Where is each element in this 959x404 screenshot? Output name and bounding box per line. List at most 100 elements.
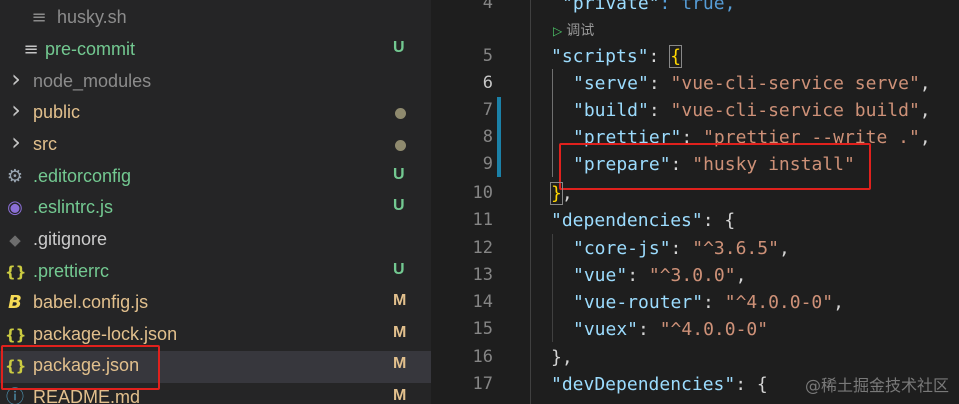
json-key: "scripts" xyxy=(551,46,649,67)
git-status-badge: M xyxy=(393,324,407,341)
file-item-husky-sh[interactable]: ≡ husky.sh xyxy=(0,3,431,34)
indent-guide xyxy=(552,234,553,342)
json-punct: : xyxy=(670,238,693,259)
folder-item-node-modules[interactable]: › node_modules xyxy=(0,67,431,98)
git-icon: ◆ xyxy=(9,231,21,249)
git-status-badge: U xyxy=(393,166,405,183)
folder-name: node_modules xyxy=(33,71,152,91)
json-punct: , xyxy=(735,265,747,286)
line-number: 17 xyxy=(472,374,493,394)
line-number: 10 xyxy=(472,183,493,203)
json-string: "^3.6.5" xyxy=(692,238,779,259)
codelens-label: 调试 xyxy=(566,22,595,38)
json-punct: : xyxy=(627,265,649,286)
indent-guide xyxy=(552,69,553,177)
git-status-badge: U xyxy=(393,261,405,278)
bracket-open: { xyxy=(669,45,683,68)
json-punct: , xyxy=(919,73,931,94)
json-string: "^3.0.0" xyxy=(648,265,736,286)
code-line-10: }, xyxy=(550,180,573,207)
file-item-babel-config[interactable]: B babel.config.js M xyxy=(0,288,431,319)
json-string: "vue-cli-service build" xyxy=(670,100,920,121)
json-punct: : { xyxy=(702,210,736,231)
file-name: .eslintrc.js xyxy=(33,197,114,217)
code-line-12: "core-js": "^3.6.5", xyxy=(573,235,790,262)
line-number: 14 xyxy=(472,292,493,312)
line-number: 13 xyxy=(472,265,493,285)
json-string: "^4.0.0-0" xyxy=(659,319,769,340)
gear-icon: ⚙ xyxy=(6,166,24,187)
json-punct: : xyxy=(638,319,660,340)
eslint-icon: ◉ xyxy=(7,197,23,218)
json-key: "core-js" xyxy=(573,238,671,259)
json-key: "dependencies" xyxy=(551,210,703,231)
line-number: 16 xyxy=(472,347,493,367)
folder-name: public xyxy=(33,102,81,122)
play-icon: ▷ xyxy=(553,24,563,38)
modified-dot xyxy=(395,140,406,151)
lines-file-icon: ≡ xyxy=(23,39,39,60)
code-line-6: "serve": "vue-cli-service serve", xyxy=(573,70,931,97)
file-explorer: ≡ husky.sh ≡ pre-commit U › node_modules… xyxy=(0,0,431,404)
babel-icon: B xyxy=(8,292,22,313)
json-punct: : xyxy=(648,46,671,67)
json-braces-icon: {} xyxy=(5,263,27,281)
lines-file-icon: ≡ xyxy=(31,7,47,28)
file-name: .prettierrc xyxy=(33,261,110,281)
line-number: 5 xyxy=(482,46,493,66)
watermark: @稀土掘金技术社区 xyxy=(804,376,949,395)
code-line-11: "dependencies": { xyxy=(551,207,735,234)
git-status-badge: U xyxy=(393,39,405,56)
line-number: 4 xyxy=(482,0,493,13)
bracket-close: } xyxy=(550,182,563,205)
json-key: "vue-router" xyxy=(573,292,704,313)
code-line-16: }, xyxy=(551,344,573,371)
json-key: "build" xyxy=(573,100,649,121)
folder-item-src[interactable]: › src xyxy=(0,130,431,161)
file-name: pre-commit xyxy=(45,39,136,59)
file-name: .editorconfig xyxy=(33,166,132,186)
codelens-debug[interactable]: ▷ 调试 xyxy=(553,20,594,42)
git-status-badge: M xyxy=(393,355,407,372)
json-key: "vuex" xyxy=(573,319,639,340)
json-key: "vue" xyxy=(573,265,628,286)
git-status-badge: U xyxy=(393,197,405,214)
json-punct: : xyxy=(648,73,671,94)
json-key: "private" xyxy=(562,0,660,14)
modified-dot xyxy=(395,108,406,119)
code-line-14: "vue-router": "^4.0.0-0", xyxy=(573,289,844,316)
file-item-gitignore[interactable]: ◆ .gitignore xyxy=(0,225,431,256)
json-punct: : { xyxy=(735,374,768,395)
folder-name: src xyxy=(33,134,57,154)
code-line-4: "private": true, xyxy=(562,0,735,17)
file-item-eslintrc[interactable]: ◉ .eslintrc.js U xyxy=(0,193,431,224)
code-line-17: "devDependencies": { xyxy=(551,371,768,398)
file-item-pre-commit[interactable]: ≡ pre-commit U xyxy=(0,35,431,66)
git-status-badge: M xyxy=(393,387,407,404)
code-editor[interactable]: 4 "private": true, ▷ 调试 5 "scripts": { 6 … xyxy=(431,0,959,404)
file-item-prettierrc[interactable]: {} .prettierrc U xyxy=(0,257,431,288)
json-punct: , xyxy=(919,127,931,148)
git-status-badge: M xyxy=(393,292,407,309)
file-item-editorconfig[interactable]: ⚙ .editorconfig U xyxy=(0,162,431,193)
line-number: 9 xyxy=(482,154,493,174)
file-name: husky.sh xyxy=(57,7,127,27)
file-name: babel.config.js xyxy=(33,292,149,312)
code-line-15: "vuex": "^4.0.0-0" xyxy=(573,316,768,343)
line-number: 7 xyxy=(482,100,493,120)
file-name: .gitignore xyxy=(33,229,108,249)
line-number: 8 xyxy=(482,127,493,147)
modified-gutter-bar xyxy=(497,97,501,177)
json-key: "devDependencies" xyxy=(551,374,736,395)
code-line-13: "vue": "^3.0.0", xyxy=(573,262,746,289)
folder-item-public[interactable]: › public xyxy=(0,98,431,129)
json-braces-icon: {} xyxy=(5,326,27,344)
line-number: 15 xyxy=(472,319,493,339)
json-punct: , xyxy=(833,292,844,313)
json-punct: , xyxy=(561,183,573,204)
code-line-5: "scripts": { xyxy=(551,43,683,70)
indent-guide xyxy=(530,0,531,404)
json-key: "serve" xyxy=(573,73,649,94)
prepare-script-highlight-box xyxy=(559,143,871,190)
json-punct: : true, xyxy=(659,0,736,14)
